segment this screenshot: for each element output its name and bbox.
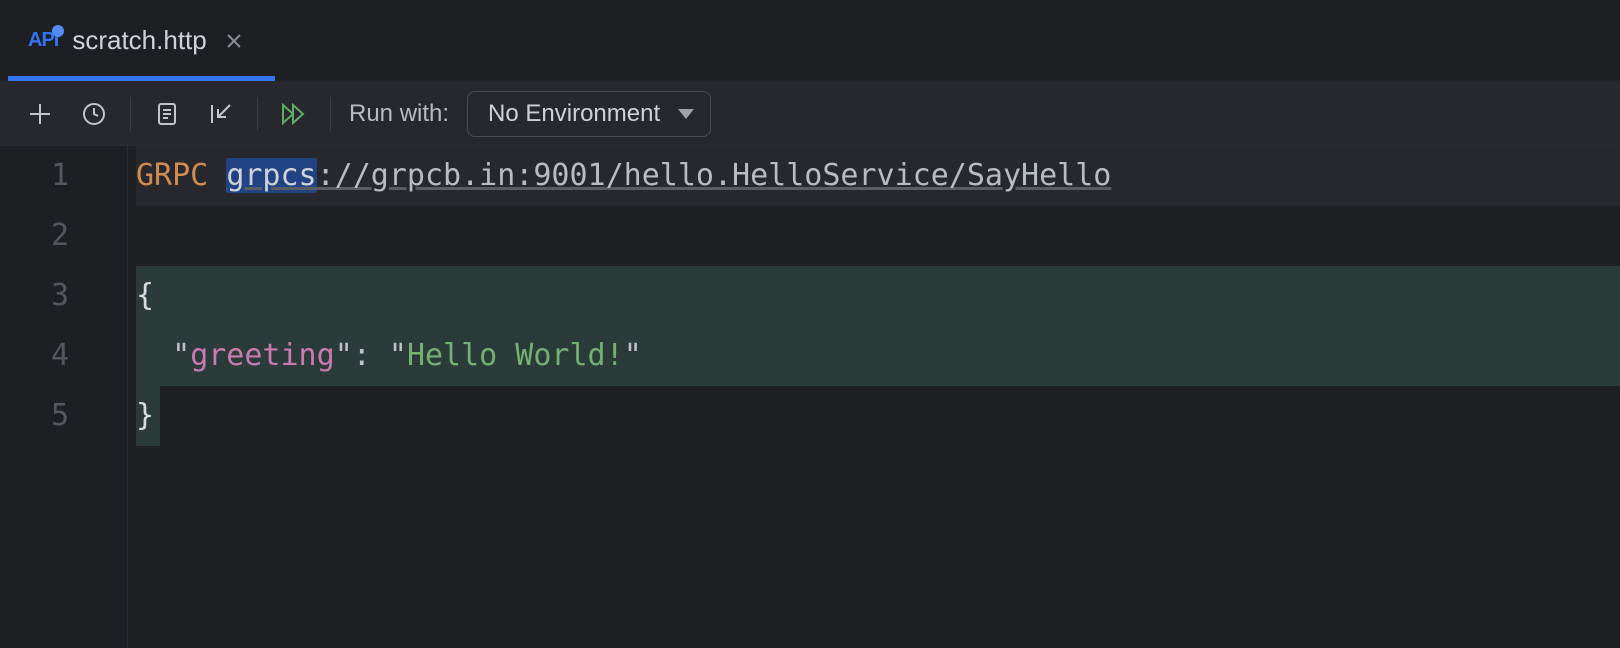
token-quote: " [624, 338, 642, 373]
indent [136, 338, 172, 373]
token-quote: " [389, 338, 407, 373]
code-line[interactable]: "greeting": "Hello World!" [136, 326, 1620, 386]
code-line[interactable]: GRPC grpcs://grpcb.in:9001/hello.HelloSe… [136, 146, 1620, 206]
line-gutter: 1 2 3 4 5 [0, 146, 128, 648]
editor-toolbar: Run with: No Environment [0, 82, 1620, 146]
token-quote: " [172, 338, 190, 373]
token-key: greeting [190, 338, 335, 373]
toolbar-divider [257, 97, 258, 131]
add-request-button[interactable] [22, 96, 58, 132]
line-number: 4 [0, 326, 69, 386]
line-number: 2 [0, 206, 69, 266]
toolbar-divider [330, 97, 331, 131]
toolbar-divider [130, 97, 131, 131]
token-scheme-selected: grpcs [226, 158, 316, 193]
close-icon[interactable] [221, 28, 247, 54]
environment-select[interactable]: No Environment [467, 91, 711, 137]
code-editor[interactable]: 1 2 3 4 5 GRPC grpcs://grpcb.in:9001/hel… [0, 146, 1620, 648]
run-with-label: Run with: [349, 100, 449, 128]
code-line[interactable]: { [136, 266, 1620, 326]
tab-scratch-http[interactable]: API scratch.http [0, 0, 271, 81]
line-number: 3 [0, 266, 69, 326]
api-file-icon: API [28, 29, 58, 52]
code-area[interactable]: GRPC grpcs://grpcb.in:9001/hello.HelloSe… [128, 146, 1620, 648]
token-url: ://grpcb.in:9001/hello.HelloService/SayH… [317, 158, 1112, 193]
token-quote: " [335, 338, 353, 373]
line-number: 5 [0, 386, 69, 446]
chevron-down-icon [678, 109, 694, 119]
token-brace: } [136, 398, 154, 433]
token-method: GRPC [136, 158, 208, 193]
history-button[interactable] [76, 96, 112, 132]
examples-button[interactable] [149, 96, 185, 132]
import-button[interactable] [203, 96, 239, 132]
token-colon: : [353, 338, 389, 373]
code-line[interactable]: } [136, 386, 1620, 446]
code-line[interactable] [136, 206, 1620, 266]
run-all-button[interactable] [276, 96, 312, 132]
tab-title: scratch.http [72, 25, 206, 56]
tab-bar: API scratch.http [0, 0, 1620, 82]
token-string: Hello World! [407, 338, 624, 373]
environment-value: No Environment [488, 100, 660, 128]
line-number: 1 [0, 146, 69, 206]
token-brace: { [136, 278, 154, 313]
